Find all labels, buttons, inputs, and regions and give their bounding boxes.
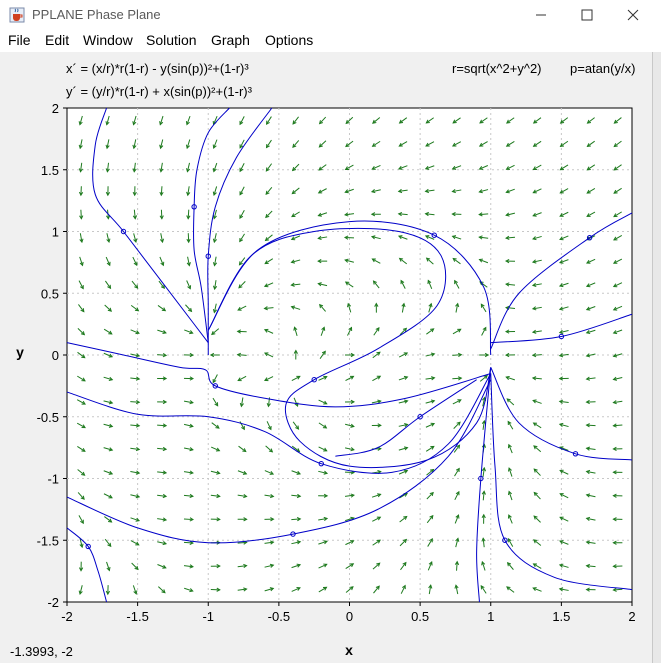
x-axis-label: x xyxy=(345,642,353,658)
x-tick-label: 1 xyxy=(487,609,494,624)
y-tick-label: -1.5 xyxy=(37,533,59,548)
x-tick-label: -2 xyxy=(61,609,73,624)
x-tick-label: 2 xyxy=(628,609,635,624)
phase-plane-plot[interactable]: -2 -1.5 -1 -0.5 0 0.5 1 1.5 2 2 1.5 1 0.5 0 -0.5 -1 -1.5… xyxy=(0,0,661,663)
cursor-coordinates: -1.3993, -2 xyxy=(10,644,73,659)
y-tick-label: 0.5 xyxy=(41,286,59,301)
x-tick-label: -0.5 xyxy=(268,609,290,624)
y-tick-label: -0.5 xyxy=(37,410,59,425)
y-tick-label: 1 xyxy=(52,225,59,240)
y-tick-label: 1.5 xyxy=(41,163,59,178)
x-tick-label: -1 xyxy=(202,609,214,624)
y-tick-label: -1 xyxy=(47,472,59,487)
x-tick-label: 0 xyxy=(346,609,353,624)
x-tick-label: 0.5 xyxy=(411,609,429,624)
x-tick-label: 1.5 xyxy=(552,609,570,624)
y-tick-label: -2 xyxy=(47,595,59,610)
y-axis-label: y xyxy=(16,344,24,360)
x-tick-label: -1.5 xyxy=(126,609,148,624)
y-tick-label: 0 xyxy=(52,348,59,363)
y-tick-label: 2 xyxy=(52,101,59,116)
